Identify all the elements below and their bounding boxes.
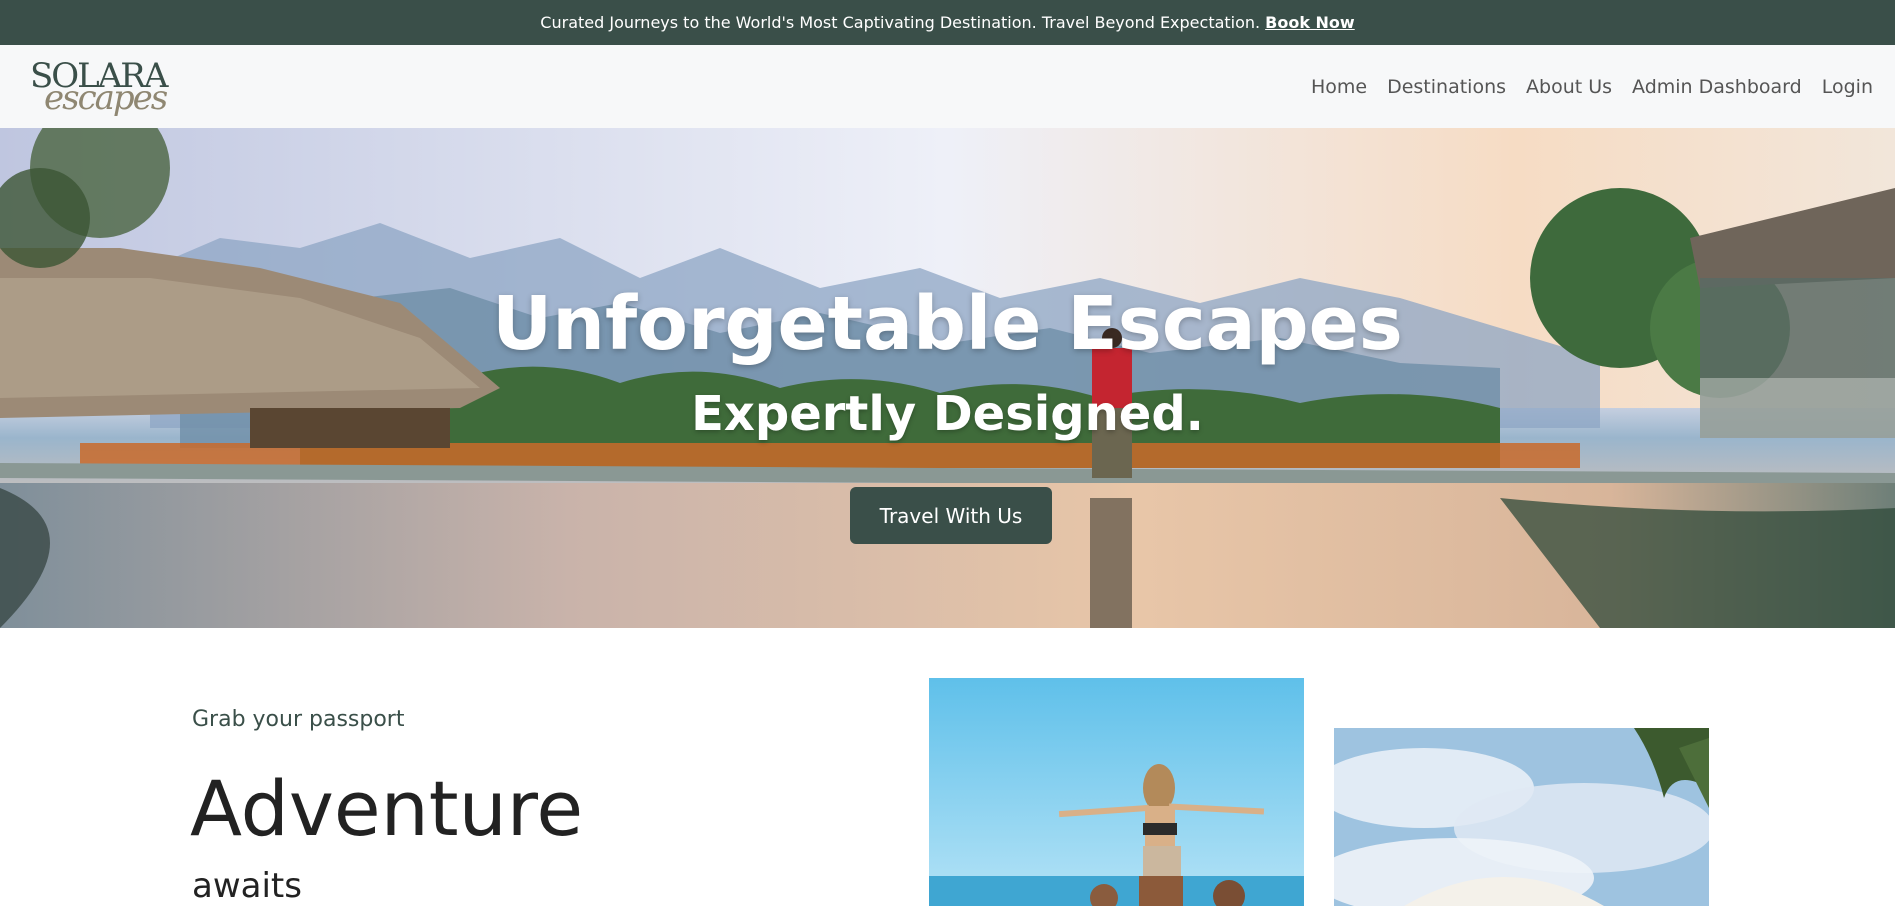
- hero-title: Unforgetable Escapes: [492, 281, 1403, 367]
- nav-admin-dashboard[interactable]: Admin Dashboard: [1632, 76, 1802, 98]
- beach-photo-woman: [929, 678, 1304, 906]
- nav-login[interactable]: Login: [1822, 76, 1873, 98]
- logo-line2: escapes: [44, 78, 168, 118]
- travel-with-us-button[interactable]: Travel With Us: [850, 487, 1052, 544]
- nav-home[interactable]: Home: [1311, 76, 1367, 98]
- hero-background-image: [0, 128, 1895, 628]
- intro-title: Adventure: [190, 764, 584, 853]
- nav-about-us[interactable]: About Us: [1526, 76, 1612, 98]
- beach-photo-umbrella: [1334, 728, 1709, 906]
- hero-banner: Unforgetable Escapes Expertly Designed. …: [0, 128, 1895, 628]
- intro-kicker: Grab your passport: [192, 707, 405, 732]
- hero-subtitle: Expertly Designed.: [691, 386, 1204, 442]
- announcement-bar: Curated Journeys to the World's Most Cap…: [0, 0, 1895, 45]
- intro-subtitle: awaits: [192, 866, 302, 906]
- brand-logo[interactable]: SOLARA escapes: [30, 53, 168, 119]
- announcement-text: Curated Journeys to the World's Most Cap…: [540, 13, 1261, 32]
- nav-destinations[interactable]: Destinations: [1387, 76, 1506, 98]
- book-now-link[interactable]: Book Now: [1265, 13, 1355, 32]
- nav-links: Home Destinations About Us Admin Dashboa…: [1311, 45, 1895, 128]
- navbar: SOLARA escapes Home Destinations About U…: [0, 45, 1895, 128]
